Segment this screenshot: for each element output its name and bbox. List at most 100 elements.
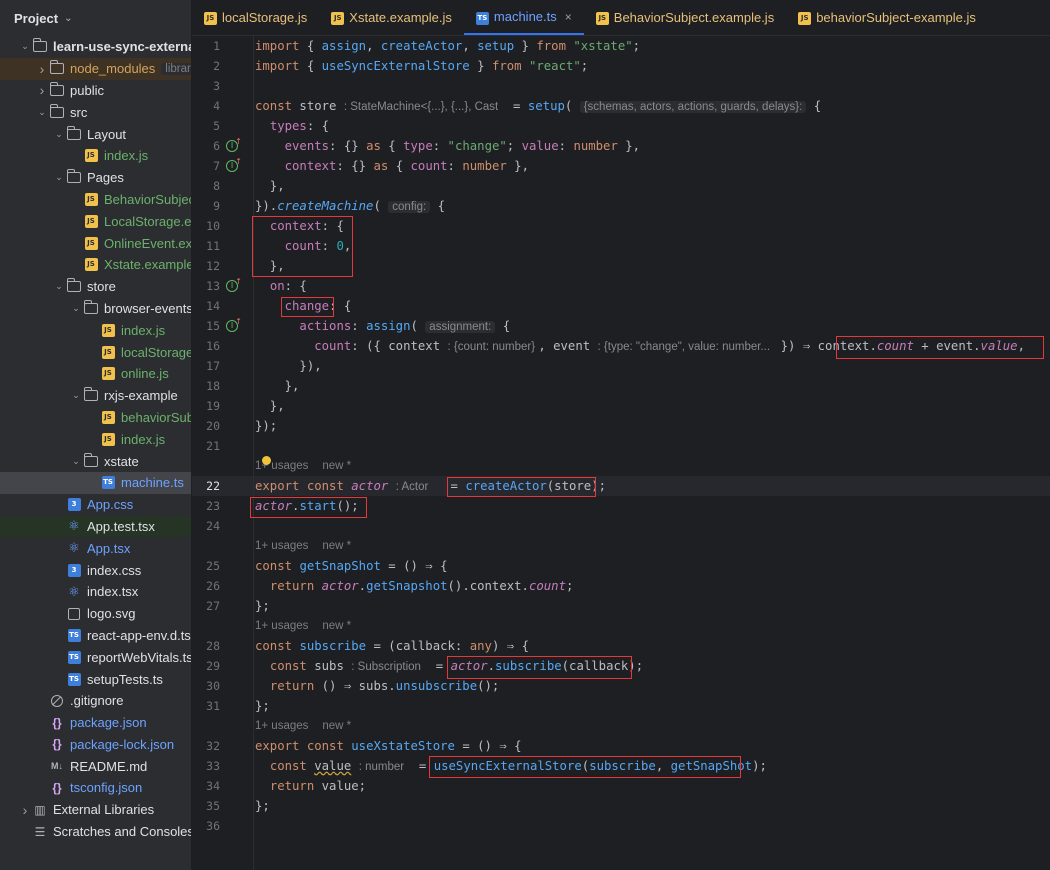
tree-item[interactable]: ⌄ learn-use-sync-external [0, 36, 191, 58]
code-line[interactable]: on: { [255, 276, 307, 296]
line-number[interactable]: 34 [192, 776, 220, 796]
line-number[interactable]: 12 [192, 256, 220, 276]
tree-item[interactable]: JS behaviorSubj [0, 407, 191, 429]
code-line[interactable]: const getSnapShot = () ⇒ { [255, 556, 448, 576]
code-line[interactable]: }, [255, 376, 300, 396]
usages-hint[interactable]: 1+ usages new * [255, 716, 351, 736]
line-number[interactable]: 30 [192, 676, 220, 696]
intention-bulb-icon[interactable] [262, 456, 271, 465]
tree-item[interactable]: ⚛ App.tsx [0, 537, 191, 559]
chevron-down-icon[interactable]: ⌄ [69, 390, 83, 401]
line-number[interactable]: 7 [192, 156, 220, 176]
close-tab-icon[interactable]: × [565, 10, 572, 24]
tree-item[interactable]: {} tsconfig.json [0, 777, 191, 799]
line-number[interactable]: 5 [192, 116, 220, 136]
code-line[interactable]: return () ⇒ subs.unsubscribe(); [255, 676, 500, 696]
code-line[interactable]: }, [255, 256, 285, 276]
tree-item[interactable]: logo.svg [0, 603, 191, 625]
line-number[interactable]: 1 [192, 36, 220, 56]
line-number[interactable]: 8 [192, 176, 220, 196]
chevron-down-icon[interactable]: ⌄ [52, 172, 66, 183]
tree-item[interactable]: ⌄ rxjs-example [0, 385, 191, 407]
tree-item[interactable]: › ▥ External Libraries [0, 799, 191, 821]
tree-item[interactable]: M↓ README.md [0, 755, 191, 777]
tree-item[interactable]: {} package-lock.json [0, 734, 191, 756]
code-editor[interactable]: 1 2 3 4 5 6 7 8 9 10 11 12 13 14 15 16 17 18 19 20 21 22 23 24 2… [192, 36, 1050, 870]
code-line[interactable]: count: 0, [255, 236, 352, 256]
code-line[interactable]: actions: assign( assignment: { [255, 316, 510, 336]
tree-item[interactable]: JS Xstate.example. [0, 254, 191, 276]
code-line[interactable]: }; [255, 596, 270, 616]
tree-item[interactable]: {} package.json [0, 712, 191, 734]
chevron-down-icon[interactable]: ⌄ [69, 456, 83, 467]
code-line[interactable]: }; [255, 696, 270, 716]
line-number[interactable]: 17 [192, 356, 220, 376]
line-number[interactable]: 13 [192, 276, 220, 296]
code-line[interactable]: change: { [255, 296, 352, 316]
line-number[interactable]: 16 [192, 336, 220, 356]
usages-count[interactable]: 1+ usages [255, 620, 308, 632]
tree-item[interactable]: JS index.js [0, 428, 191, 450]
usages-count[interactable]: 1+ usages [255, 540, 308, 552]
tree-item[interactable]: JS localStorage. [0, 341, 191, 363]
line-number[interactable]: 27 [192, 596, 220, 616]
line-number[interactable]: 18 [192, 376, 220, 396]
code-line[interactable]: const value : number = useSyncExternalSt… [255, 756, 767, 776]
code-line[interactable]: }, [255, 396, 285, 416]
tree-item[interactable]: JS index.js [0, 319, 191, 341]
usages-count[interactable]: 1+ usages [255, 720, 308, 732]
code-line[interactable]: return actor.getSnapshot().context.count… [255, 576, 574, 596]
line-number[interactable]: 4 [192, 96, 220, 116]
line-number[interactable]: 9 [192, 196, 220, 216]
chevron-right-icon[interactable]: › [35, 61, 49, 77]
line-number[interactable]: 19 [192, 396, 220, 416]
code-line[interactable]: actor.start(); [255, 496, 359, 516]
chevron-down-icon[interactable]: ⌄ [64, 13, 72, 24]
line-number[interactable]: 22 [192, 476, 220, 496]
line-number[interactable]: 3 [192, 76, 220, 96]
usages-hint[interactable]: 1+ usages new * [255, 536, 351, 556]
implementation-gutter-icon[interactable]: I [226, 317, 242, 332]
code-line[interactable]: context: { [255, 216, 344, 236]
chevron-down-icon[interactable]: ⌄ [18, 41, 32, 52]
usages-hint[interactable]: 1+ usages new * [255, 616, 351, 636]
code-line[interactable]: import { assign, createActor, setup } fr… [255, 36, 640, 56]
line-number[interactable]: 23 [192, 496, 220, 516]
tree-item[interactable]: ☰ Scratches and Consoles [0, 821, 191, 843]
code-line[interactable]: events: {} as { type: "change"; value: n… [255, 136, 640, 156]
code-line[interactable]: }).createMachine( config: { [255, 196, 445, 216]
code-line[interactable]: return value; [255, 776, 366, 796]
tree-item[interactable]: JS LocalStorage.ex [0, 210, 191, 232]
line-number[interactable]: 24 [192, 516, 220, 536]
code-line[interactable]: import { useSyncExternalStore } from "re… [255, 56, 588, 76]
line-number[interactable]: 6 [192, 136, 220, 156]
line-number[interactable]: 25 [192, 556, 220, 576]
implementation-gutter-icon[interactable]: I [226, 157, 242, 172]
tree-item[interactable]: JS online.js [0, 363, 191, 385]
code-line[interactable]: const subs : Subscription = actor.subscr… [255, 656, 643, 676]
code-line[interactable]: export const useXstateStore = () ⇒ { [255, 736, 522, 756]
code-line[interactable]: }); [255, 416, 277, 436]
usages-author[interactable]: new * [322, 460, 351, 472]
tree-item[interactable]: ⌄ xstate [0, 450, 191, 472]
line-number[interactable]: 31 [192, 696, 220, 716]
usages-author[interactable]: new * [322, 540, 351, 552]
tree-item[interactable]: JS index.js [0, 145, 191, 167]
line-number[interactable]: 21 [192, 436, 220, 456]
line-number[interactable]: 14 [192, 296, 220, 316]
code-line[interactable]: }), [255, 356, 321, 376]
code-line[interactable]: count: ({ context : {count: number} , ev… [255, 336, 1025, 356]
chevron-down-icon[interactable]: ⌄ [52, 281, 66, 292]
project-view-header[interactable]: Project ⌄ [0, 0, 191, 36]
line-number[interactable]: 15 [192, 316, 220, 336]
code-line[interactable]: types: { [255, 116, 329, 136]
chevron-down-icon[interactable]: ⌄ [35, 107, 49, 118]
editor-tab[interactable]: JS behaviorSubject-example.js [786, 0, 988, 35]
chevron-down-icon[interactable]: ⌄ [69, 303, 83, 314]
tree-item[interactable]: TS machine.ts [0, 471, 191, 494]
implementation-gutter-icon[interactable]: I [226, 137, 242, 152]
editor-tab[interactable]: JS localStorage.js [192, 0, 319, 35]
tree-item[interactable]: ⚛ index.tsx [0, 581, 191, 603]
chevron-right-icon[interactable]: › [35, 82, 49, 98]
code-line[interactable]: context: {} as { count: number }, [255, 156, 529, 176]
